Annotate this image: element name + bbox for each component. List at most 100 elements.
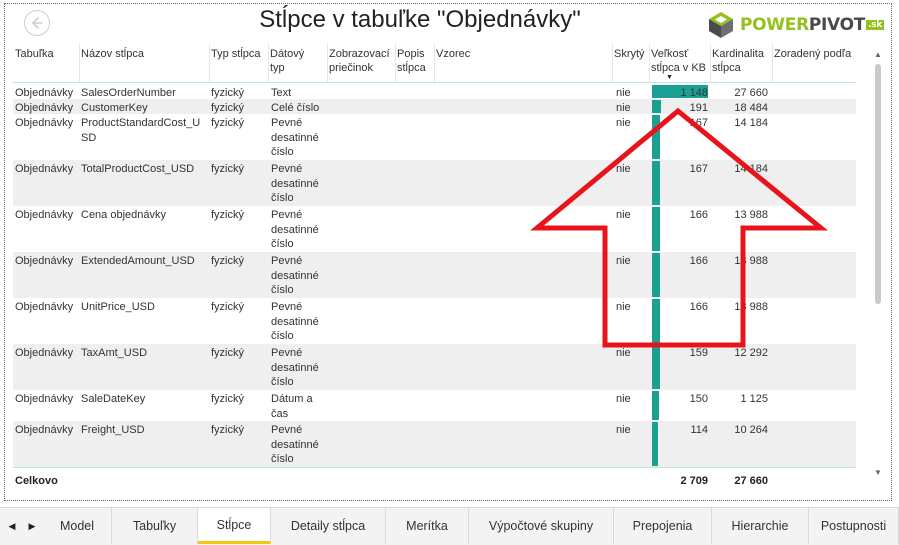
table-row[interactable]: Objednávky ProductStandardCost_USD fyzický… bbox=[13, 114, 856, 160]
cell-skryty: nie bbox=[616, 301, 631, 313]
column-divider bbox=[649, 44, 650, 82]
header-tabulka[interactable]: Tabuľka bbox=[13, 44, 79, 82]
table-row[interactable]: Objednávky TaxAmt_USD fyzický Pevné desatin… bbox=[13, 344, 856, 390]
cell-kardinalita: 13 988 bbox=[734, 209, 768, 221]
header-velkost[interactable]: Veľkosť stĺpca v KB bbox=[649, 44, 710, 82]
column-divider bbox=[434, 44, 435, 82]
logo-text-suffix: .sk bbox=[866, 20, 884, 30]
header-zoradeny[interactable]: Zoradený podľa bbox=[772, 44, 856, 82]
cell-tabulka: Objednávky bbox=[15, 255, 74, 267]
total-divider bbox=[13, 467, 856, 468]
cell-typ: fyzický bbox=[211, 209, 244, 221]
header-skryty[interactable]: Skrytý bbox=[612, 44, 649, 82]
cell-datovy: Pevné desatinné číslo bbox=[271, 209, 319, 250]
tab-4[interactable]: Detaily stĺpca bbox=[271, 508, 386, 544]
tab-8[interactable]: Hierarchie bbox=[712, 508, 809, 544]
tab-5[interactable]: Merítka bbox=[386, 508, 469, 544]
tab-7[interactable]: Prepojenia bbox=[614, 508, 712, 544]
cell-datovy: Pevné desatinné číslo bbox=[271, 117, 319, 158]
tab-1[interactable]: Model bbox=[43, 508, 112, 544]
cell-datovy: Pevné desatinné číslo bbox=[271, 347, 319, 388]
logo-text-power: POWER bbox=[740, 15, 809, 35]
cell-datovy: Dátum a čas bbox=[271, 393, 313, 420]
scroll-up-icon[interactable]: ▲ bbox=[873, 50, 883, 59]
table-row[interactable]: Objednávky CustomerKey fyzický Celé číslo ni… bbox=[13, 99, 856, 114]
table-row[interactable]: Objednávky UnitPrice_USD fyzický Pevné desa… bbox=[13, 298, 856, 344]
cell-skryty: nie bbox=[616, 347, 631, 359]
header-typ[interactable]: Typ stĺpca bbox=[209, 44, 268, 82]
table-row[interactable]: Objednávky SalesOrderNumber fyzický Text nie… bbox=[13, 84, 856, 99]
table-row[interactable]: Objednávky Freight_USD fyzický Pevné desati… bbox=[13, 421, 856, 467]
cell-typ: fyzický bbox=[211, 301, 244, 313]
tab-6[interactable]: Výpočtové skupiny bbox=[469, 508, 614, 544]
header-nazov[interactable]: Názov stĺpca bbox=[79, 44, 209, 82]
cell-tabulka: Objednávky bbox=[15, 301, 74, 313]
column-divider bbox=[327, 44, 328, 82]
powerpivot-cube-icon bbox=[709, 12, 733, 38]
cell-typ: fyzický bbox=[211, 424, 244, 436]
header-datovy[interactable]: Dátový typ bbox=[268, 44, 327, 82]
table-row[interactable]: Objednávky ExtendedAmount_USD fyzický Pevné… bbox=[13, 252, 856, 298]
column-divider bbox=[209, 44, 210, 82]
table-row[interactable]: Objednávky SaleDateKey fyzický Dátum a čas n… bbox=[13, 390, 856, 421]
total-velkost: 2 709 bbox=[680, 475, 708, 487]
column-divider bbox=[79, 44, 80, 82]
scroll-down-icon[interactable]: ▼ bbox=[873, 468, 883, 477]
cell-velkost: 166 bbox=[689, 301, 708, 313]
cell-nazov: ExtendedAmount_USD bbox=[81, 255, 195, 267]
total-row: Celkovo 2 709 27 660 bbox=[13, 469, 856, 491]
header-kardinalita[interactable]: Kardinalita stĺpca bbox=[710, 44, 772, 82]
column-divider bbox=[395, 44, 396, 82]
total-kardinalita: 27 660 bbox=[734, 475, 768, 487]
cell-kardinalita: 1 125 bbox=[740, 393, 768, 405]
cell-nazov: UnitPrice_USD bbox=[81, 301, 155, 313]
cell-tabulka: Objednávky bbox=[15, 163, 74, 175]
sort-descending-icon[interactable]: ▼ bbox=[666, 74, 673, 81]
logo-text-pivot: PIVOT bbox=[808, 15, 866, 35]
table-row[interactable]: Objednávky TotalProductCost_USD fyzický Pev… bbox=[13, 160, 856, 206]
cell-nazov: SaleDateKey bbox=[81, 393, 146, 405]
column-divider bbox=[772, 44, 773, 82]
cell-skryty: nie bbox=[616, 117, 631, 129]
cell-kardinalita: 13 988 bbox=[734, 301, 768, 313]
page-tab-bar: ◀ ▶ Model Tabuľky Stĺpce Detaily stĺpca Merí… bbox=[0, 507, 899, 545]
cell-nazov: Freight_USD bbox=[81, 424, 145, 436]
scrollbar-thumb[interactable] bbox=[875, 64, 881, 304]
tab-3[interactable]: Stĺpce bbox=[198, 508, 271, 544]
cell-typ: fyzický bbox=[211, 393, 244, 405]
cell-datovy: Pevné desatinné číslo bbox=[271, 255, 319, 296]
cell-tabulka: Objednávky bbox=[15, 347, 74, 359]
cell-skryty: nie bbox=[616, 255, 631, 267]
cell-velkost: 166 bbox=[689, 255, 708, 267]
cell-typ: fyzický bbox=[211, 163, 244, 175]
cell-tabulka: Objednávky bbox=[15, 117, 74, 129]
cell-kardinalita: 10 264 bbox=[734, 424, 768, 436]
back-button[interactable] bbox=[24, 10, 50, 36]
cell-datovy: Pevné desatinné číslo bbox=[271, 424, 319, 465]
cell-tabulka: Objednávky bbox=[15, 209, 74, 221]
header-zobrazovaci[interactable]: Zobrazovací priečinok bbox=[327, 44, 395, 82]
cell-velkost: 167 bbox=[689, 117, 708, 129]
cell-typ: fyzický bbox=[211, 117, 244, 129]
cell-nazov: TotalProductCost_USD bbox=[81, 163, 195, 175]
tab-next-icon[interactable]: ▶ bbox=[22, 508, 42, 545]
tab-9[interactable]: Postupnosti bbox=[809, 508, 899, 544]
cell-datovy: Pevné desatinné číslo bbox=[271, 163, 319, 204]
tab-2[interactable]: Tabuľky bbox=[112, 508, 198, 544]
cell-datovy: Pevné desatinné číslo bbox=[271, 301, 319, 342]
powerpivot-logo: POWERPIVOT .sk bbox=[706, 8, 888, 42]
cell-kardinalita: 14 184 bbox=[734, 163, 768, 175]
cell-typ: fyzický bbox=[211, 347, 244, 359]
cell-velkost: 114 bbox=[690, 424, 708, 436]
tab-prev-icon[interactable]: ◀ bbox=[2, 508, 22, 545]
header-vzorec[interactable]: Vzorec bbox=[434, 44, 612, 82]
cell-velkost: 167 bbox=[689, 163, 708, 175]
table-row[interactable]: Objednávky Cena objednávky fyzický Pevné de… bbox=[13, 206, 856, 252]
cell-skryty: nie bbox=[616, 424, 631, 436]
cell-skryty: nie bbox=[616, 163, 631, 175]
cell-velkost: 150 bbox=[689, 393, 708, 405]
column-divider bbox=[268, 44, 269, 82]
cell-velkost: 166 bbox=[689, 209, 708, 221]
header-popis[interactable]: Popis stĺpca bbox=[395, 44, 434, 82]
cell-nazov: TaxAmt_USD bbox=[81, 347, 148, 359]
